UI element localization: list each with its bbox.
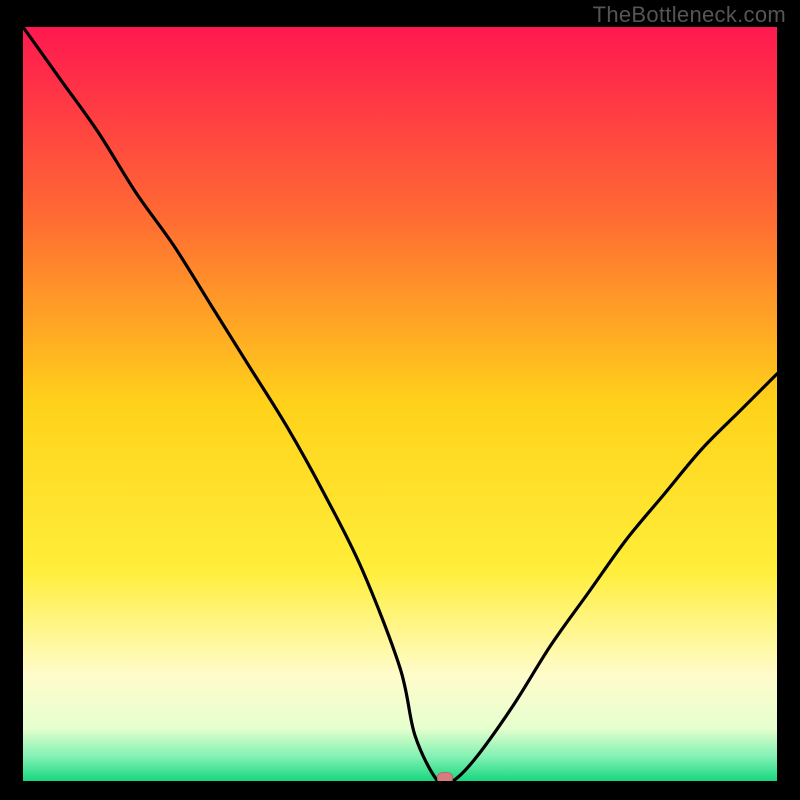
watermark-text: TheBottleneck.com: [593, 2, 786, 28]
chart-svg: [23, 27, 777, 781]
minimum-marker: [437, 772, 453, 781]
chart-frame: TheBottleneck.com: [0, 0, 800, 800]
plot-area: [23, 27, 777, 781]
